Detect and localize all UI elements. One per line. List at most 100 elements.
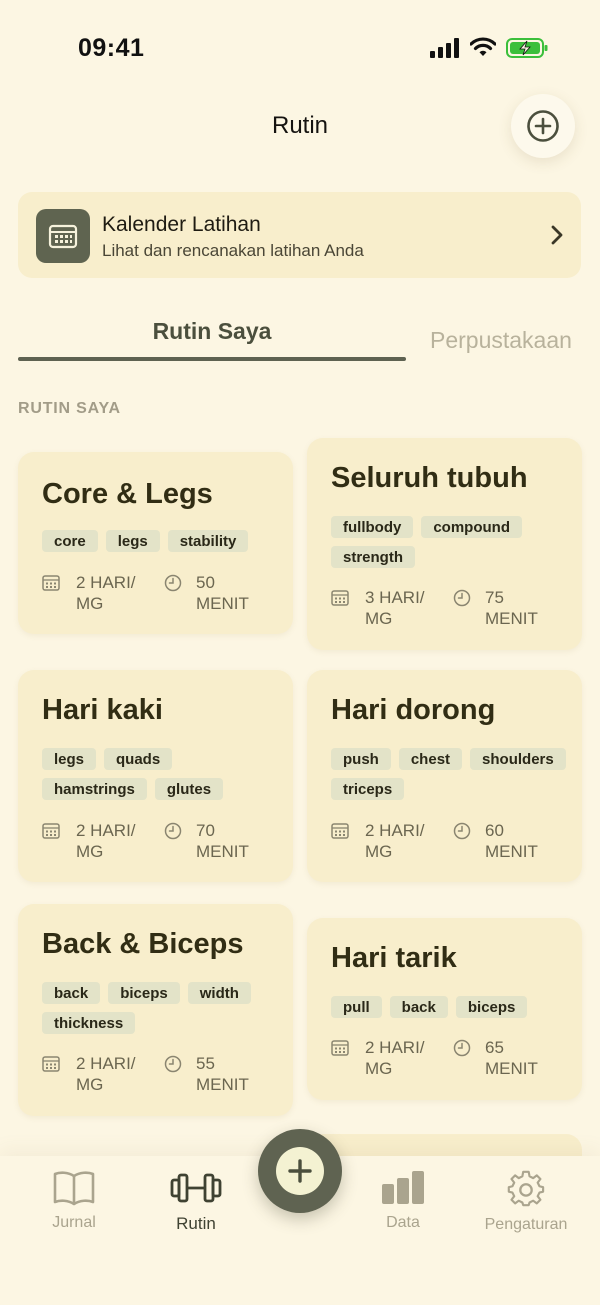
routine-tags: push chest shoulders triceps	[331, 748, 571, 800]
routine-duration: 70 MENIT	[196, 820, 280, 862]
duration-unit: MENIT	[485, 842, 538, 861]
clock-icon	[164, 574, 182, 592]
routine-card[interactable]: Hari tarik pull back biceps 2 HARI/MG 65…	[307, 918, 582, 1100]
calendar-icon	[42, 1056, 60, 1072]
routine-tag: back	[42, 982, 101, 1004]
clock-icon	[453, 1039, 471, 1057]
routine-tags: fullbody compound strength	[331, 516, 571, 568]
days-unit: MG	[365, 842, 393, 861]
routine-days: 2 HARI/MG	[76, 820, 160, 862]
routine-title: Hari tarik	[331, 942, 457, 974]
duration-value: 55	[196, 1054, 215, 1073]
status-bar: 09:41	[0, 0, 600, 96]
nav-label: Jurnal	[52, 1214, 96, 1231]
cellular-signal-icon	[430, 38, 459, 58]
calendar-card-subtitle: Lihat dan rencanakan latihan Anda	[102, 241, 364, 260]
routine-tag: glutes	[154, 778, 224, 800]
routine-tag: biceps	[455, 996, 528, 1018]
routine-tag: biceps	[108, 982, 180, 1004]
routine-tag: pull	[331, 996, 382, 1018]
routine-card[interactable]: Core & Legs core legs stability 2 HARI/M…	[18, 452, 293, 634]
tab-my-routines[interactable]: Rutin Saya	[18, 318, 406, 345]
calendar-icon	[42, 823, 60, 839]
routine-tag: width	[187, 982, 251, 1004]
routine-duration: 75 MENIT	[485, 587, 569, 629]
dumbbell-icon	[170, 1173, 222, 1203]
routine-card[interactable]: Back & Biceps back biceps width thicknes…	[18, 904, 293, 1116]
clock-icon	[164, 822, 182, 840]
duration-unit: MENIT	[485, 1059, 538, 1078]
start-workout-button[interactable]	[258, 1129, 342, 1213]
routine-days: 2 HARI/MG	[76, 572, 160, 614]
duration-value: 65	[485, 1038, 504, 1057]
duration-value: 50	[196, 573, 215, 592]
tab-library[interactable]: Perpustakaan	[430, 327, 572, 354]
routine-tag: chest	[398, 748, 463, 770]
duration-unit: MENIT	[196, 1075, 249, 1094]
routine-tag: compound	[421, 516, 522, 538]
routine-card[interactable]: Hari kaki legs quads hamstrings glutes 2…	[18, 670, 293, 882]
clock-icon	[453, 822, 471, 840]
routine-tag: push	[331, 748, 391, 770]
duration-value: 70	[196, 821, 215, 840]
routine-meta: 3 HARI/MG 75 MENIT	[331, 587, 571, 633]
duration-unit: MENIT	[196, 842, 249, 861]
routine-days: 2 HARI/MG	[365, 1037, 449, 1079]
routine-duration: 60 MENIT	[485, 820, 569, 862]
routine-tag: fullbody	[331, 516, 414, 538]
routine-tag: strength	[331, 546, 415, 568]
nav-label: Data	[386, 1214, 420, 1231]
routine-tag: triceps	[331, 778, 405, 800]
days-unit: MG	[365, 609, 393, 628]
routine-tag: shoulders	[470, 748, 566, 770]
routine-days: 2 HARI/MG	[365, 820, 449, 862]
routine-tags: legs quads hamstrings glutes	[42, 748, 282, 800]
add-routine-button[interactable]	[511, 94, 575, 158]
workout-calendar-card[interactable]: Kalender Latihan Lihat dan rencanakan la…	[18, 192, 581, 278]
nav-label: Pengaturan	[484, 1216, 568, 1233]
days-unit: MG	[76, 594, 104, 613]
nav-item-routine[interactable]: Rutin	[141, 1170, 251, 1234]
days-line: 2 HARI/	[76, 573, 136, 592]
bar-chart-icon	[382, 1171, 424, 1204]
duration-value: 60	[485, 821, 504, 840]
routine-tags: back biceps width thickness	[42, 982, 282, 1034]
routine-title: Hari kaki	[42, 694, 163, 726]
routine-card[interactable]: Seluruh tubuh fullbody compound strength…	[307, 438, 582, 650]
calendar-icon	[331, 590, 349, 606]
days-unit: MG	[76, 1075, 104, 1094]
routine-duration: 55 MENIT	[196, 1053, 280, 1095]
plus-circle-icon	[527, 110, 559, 142]
days-line: 2 HARI/	[76, 1054, 136, 1073]
routine-meta: 2 HARI/MG 70 MENIT	[42, 820, 282, 866]
days-unit: MG	[76, 842, 104, 861]
routine-tag: legs	[105, 530, 160, 552]
gear-icon	[507, 1170, 545, 1207]
calendar-icon	[331, 1040, 349, 1056]
battery-charging-icon	[506, 38, 548, 58]
routine-tag: stability	[167, 530, 249, 552]
routine-duration: 65 MENIT	[485, 1037, 569, 1079]
days-line: 2 HARI/	[365, 1038, 425, 1057]
calendar-icon	[331, 823, 349, 839]
page-title: Rutin	[271, 112, 329, 139]
routine-tags: core legs stability	[42, 530, 282, 552]
days-unit: MG	[365, 1059, 393, 1078]
days-line: 2 HARI/	[365, 821, 425, 840]
nav-label: Rutin	[176, 1214, 216, 1233]
duration-value: 75	[485, 588, 504, 607]
section-label: RUTIN SAYA	[18, 400, 121, 417]
routine-tag: core	[42, 530, 98, 552]
nav-item-settings[interactable]: Pengaturan	[471, 1170, 581, 1234]
routine-tag: hamstrings	[42, 778, 147, 800]
days-line: 3 HARI/	[365, 588, 425, 607]
duration-unit: MENIT	[196, 594, 249, 613]
routine-days: 2 HARI/MG	[76, 1053, 160, 1095]
routine-meta: 2 HARI/MG 50 MENIT	[42, 572, 282, 618]
nav-item-journal[interactable]: Jurnal	[19, 1170, 129, 1232]
routine-card[interactable]: Hari dorong push chest shoulders triceps…	[307, 670, 582, 882]
routine-title: Core & Legs	[42, 478, 213, 510]
active-tab-indicator	[18, 357, 406, 361]
routine-tag: thickness	[42, 1012, 136, 1034]
nav-item-data[interactable]: Data	[348, 1170, 458, 1232]
